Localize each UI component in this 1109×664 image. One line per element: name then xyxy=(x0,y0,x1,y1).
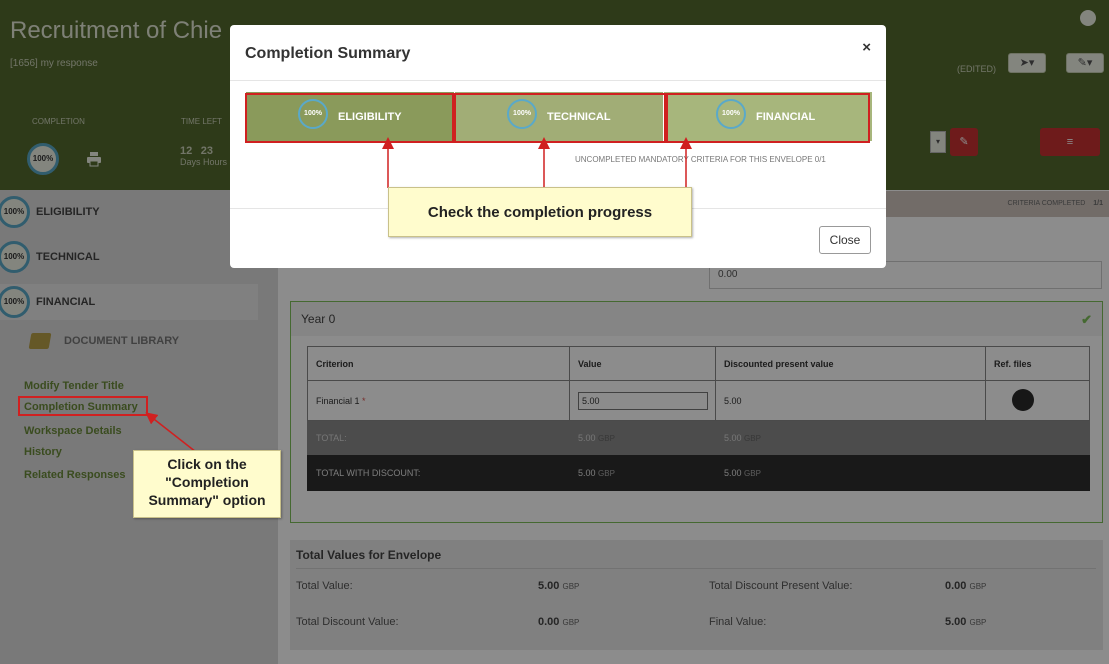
annotation-arrows xyxy=(145,137,692,453)
click-callout: Click on the "Completion Summary" option xyxy=(133,450,281,518)
progress-callout: Check the completion progress xyxy=(388,187,692,237)
